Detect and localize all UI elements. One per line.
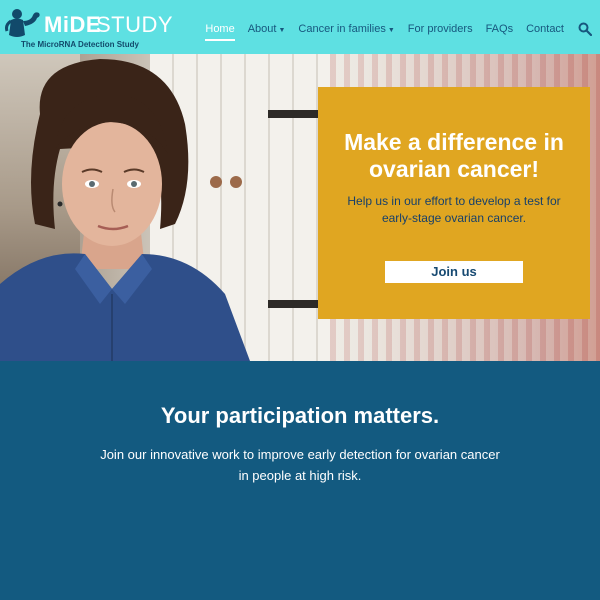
chevron-down-icon: ▼ bbox=[278, 26, 286, 34]
chevron-down-icon: ▼ bbox=[387, 26, 395, 34]
nav-item-label: For providers bbox=[407, 23, 473, 35]
logo-study-text: STUDY bbox=[96, 12, 174, 37]
nav-item-about[interactable]: About ▼ bbox=[248, 23, 286, 35]
nav-item-label: Contact bbox=[526, 23, 564, 35]
main-nav: Home About ▼ Cancer in families ▼ For pr… bbox=[192, 20, 592, 41]
join-us-button[interactable]: Join us bbox=[385, 261, 523, 283]
participation-description: Join our innovative work to improve earl… bbox=[100, 447, 500, 483]
hero-title: Make a difference in ovarian cancer! bbox=[344, 129, 564, 182]
logo-tagline: The MicroRNA Detection Study bbox=[21, 40, 139, 49]
hero-section: Make a difference in ovarian cancer! Hel… bbox=[0, 54, 600, 361]
hero-shelf bbox=[268, 110, 318, 118]
hero-photo-woman bbox=[0, 59, 250, 361]
nav-item-for-providers[interactable]: For providers bbox=[408, 23, 473, 35]
logo-mide-text: MiDE bbox=[44, 12, 101, 37]
hero-shelf bbox=[268, 300, 318, 308]
nav-item-label: Cancer in families bbox=[298, 23, 386, 35]
nav-item-faqs[interactable]: FAQs bbox=[486, 23, 514, 35]
nav-item-cancer-in-families[interactable]: Cancer in families ▼ bbox=[298, 23, 394, 35]
nav-item-home[interactable]: Home bbox=[205, 23, 236, 41]
nav-item-label: About bbox=[247, 23, 277, 35]
site-header: MiDE STUDY The MicroRNA Detection Study … bbox=[0, 0, 600, 54]
site-logo[interactable]: MiDE STUDY The MicroRNA Detection Study bbox=[5, 5, 174, 49]
hero-cta-card: Make a difference in ovarian cancer! Hel… bbox=[318, 87, 590, 319]
nav-item-label: FAQs bbox=[485, 23, 514, 35]
search-icon[interactable] bbox=[578, 22, 592, 36]
participation-title: Your participation matters. bbox=[160, 403, 440, 428]
nav-item-contact[interactable]: Contact bbox=[526, 23, 564, 35]
person-flexing-icon bbox=[5, 9, 40, 37]
participation-section: Your participation matters. Join our inn… bbox=[0, 361, 600, 600]
nav-item-label: Home bbox=[205, 23, 235, 35]
hero-description: Help us in our effort to develop a test … bbox=[347, 194, 561, 225]
